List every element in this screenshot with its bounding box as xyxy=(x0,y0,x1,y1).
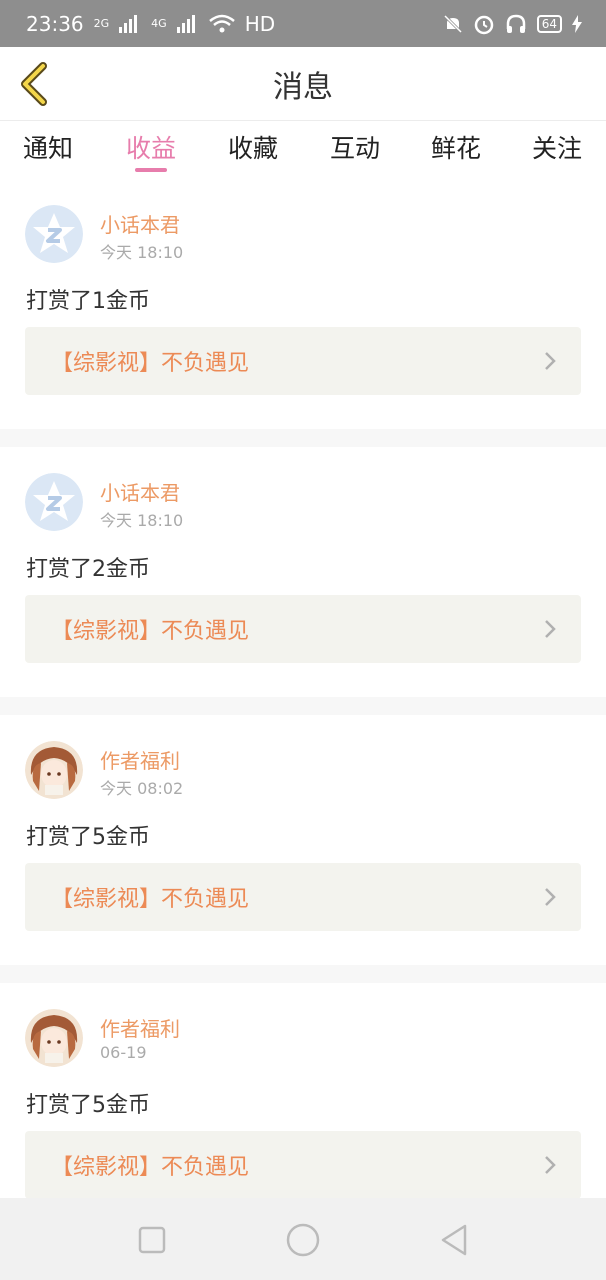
book-link[interactable]: 【综影视】不负遇见 xyxy=(25,863,581,931)
book-title: 【综影视】不负遇见 xyxy=(51,351,250,376)
chevron-right-icon xyxy=(545,1156,556,1174)
tab-flowers[interactable]: 鲜花 xyxy=(416,129,496,165)
book-title: 【综影视】不负遇见 xyxy=(51,619,250,644)
message-card: 作者福利 06-19 打赏了5金币 【综影视】不负遇见 xyxy=(0,983,606,1233)
active-tab-indicator xyxy=(135,168,167,172)
message-card: 小话本君 今天 18:10 打赏了1金币 【综影视】不负遇见 xyxy=(0,179,606,429)
message-time: 今天 08:02 xyxy=(100,779,184,798)
tab-bar: 通知 收益 收藏 互动 鲜花 关注 xyxy=(0,121,606,179)
status-bar: 23:36 2G 4G HD 64 xyxy=(0,0,606,47)
avatar[interactable] xyxy=(25,473,83,531)
book-link[interactable]: 【综影视】不负遇见 xyxy=(25,1131,581,1199)
anime-avatar-icon xyxy=(25,1009,83,1067)
status-time: 23:36 xyxy=(26,11,84,36)
charging-icon xyxy=(572,14,582,33)
message-time: 06-19 xyxy=(100,1043,147,1062)
message-time: 今天 18:10 xyxy=(100,511,184,530)
tab-earnings[interactable]: 收益 xyxy=(111,129,191,165)
message-card: 小话本君 今天 18:10 打赏了2金币 【综影视】不负遇见 xyxy=(0,447,606,697)
network-2g-label: 2G xyxy=(93,17,110,30)
reward-text: 打赏了5金币 xyxy=(26,825,150,850)
alarm-icon xyxy=(474,15,493,34)
tab-interaction[interactable]: 互动 xyxy=(315,129,395,165)
sender-name[interactable]: 作者福利 xyxy=(100,1013,180,1042)
avatar[interactable] xyxy=(25,741,83,799)
chevron-right-icon xyxy=(545,352,556,370)
home-circle-icon[interactable] xyxy=(283,1220,323,1260)
reward-text: 打赏了2金币 xyxy=(26,557,150,582)
signal-icon xyxy=(119,14,138,33)
tab-notifications[interactable]: 通知 xyxy=(8,129,88,165)
reward-text: 打赏了5金币 xyxy=(26,1093,150,1118)
system-nav-bar xyxy=(0,1198,606,1280)
divider xyxy=(0,697,606,715)
star-logo-icon xyxy=(25,473,83,531)
page-title: 消息 xyxy=(273,69,333,105)
hd-label: HD xyxy=(244,11,276,36)
back-triangle-icon[interactable] xyxy=(435,1220,475,1260)
message-list: 小话本君 今天 18:10 打赏了1金币 【综影视】不负遇见 小话本君 今天 1… xyxy=(0,179,606,1251)
message-card: 作者福利 今天 08:02 打赏了5金币 【综影视】不负遇见 xyxy=(0,715,606,965)
chevron-right-icon xyxy=(545,620,556,638)
back-chevron-icon xyxy=(21,62,47,106)
sender-name[interactable]: 小话本君 xyxy=(100,209,180,238)
wifi-icon xyxy=(208,14,235,32)
reward-text: 打赏了1金币 xyxy=(26,289,150,314)
book-link[interactable]: 【综影视】不负遇见 xyxy=(25,595,581,663)
anime-avatar-icon xyxy=(25,741,83,799)
mute-icon xyxy=(443,14,462,33)
sender-name[interactable]: 作者福利 xyxy=(100,745,180,774)
back-button[interactable] xyxy=(14,61,54,107)
recents-square-icon[interactable] xyxy=(132,1220,172,1260)
avatar[interactable] xyxy=(25,205,83,263)
header-bar: 消息 xyxy=(0,47,606,121)
tab-following[interactable]: 关注 xyxy=(517,129,597,165)
avatar[interactable] xyxy=(25,1009,83,1067)
message-time: 今天 18:10 xyxy=(100,243,184,262)
sender-name[interactable]: 小话本君 xyxy=(100,477,180,506)
book-title: 【综影视】不负遇见 xyxy=(51,887,250,912)
battery-indicator: 64 xyxy=(536,14,562,33)
book-title: 【综影视】不负遇见 xyxy=(51,1155,250,1180)
headphones-icon xyxy=(506,14,525,33)
chevron-right-icon xyxy=(545,888,556,906)
book-link[interactable]: 【综影视】不负遇见 xyxy=(25,327,581,395)
star-logo-icon xyxy=(25,205,83,263)
network-4g-label: 4G xyxy=(151,17,167,30)
divider xyxy=(0,965,606,983)
signal-icon xyxy=(176,14,195,33)
tab-favorites[interactable]: 收藏 xyxy=(213,129,293,165)
divider xyxy=(0,429,606,447)
